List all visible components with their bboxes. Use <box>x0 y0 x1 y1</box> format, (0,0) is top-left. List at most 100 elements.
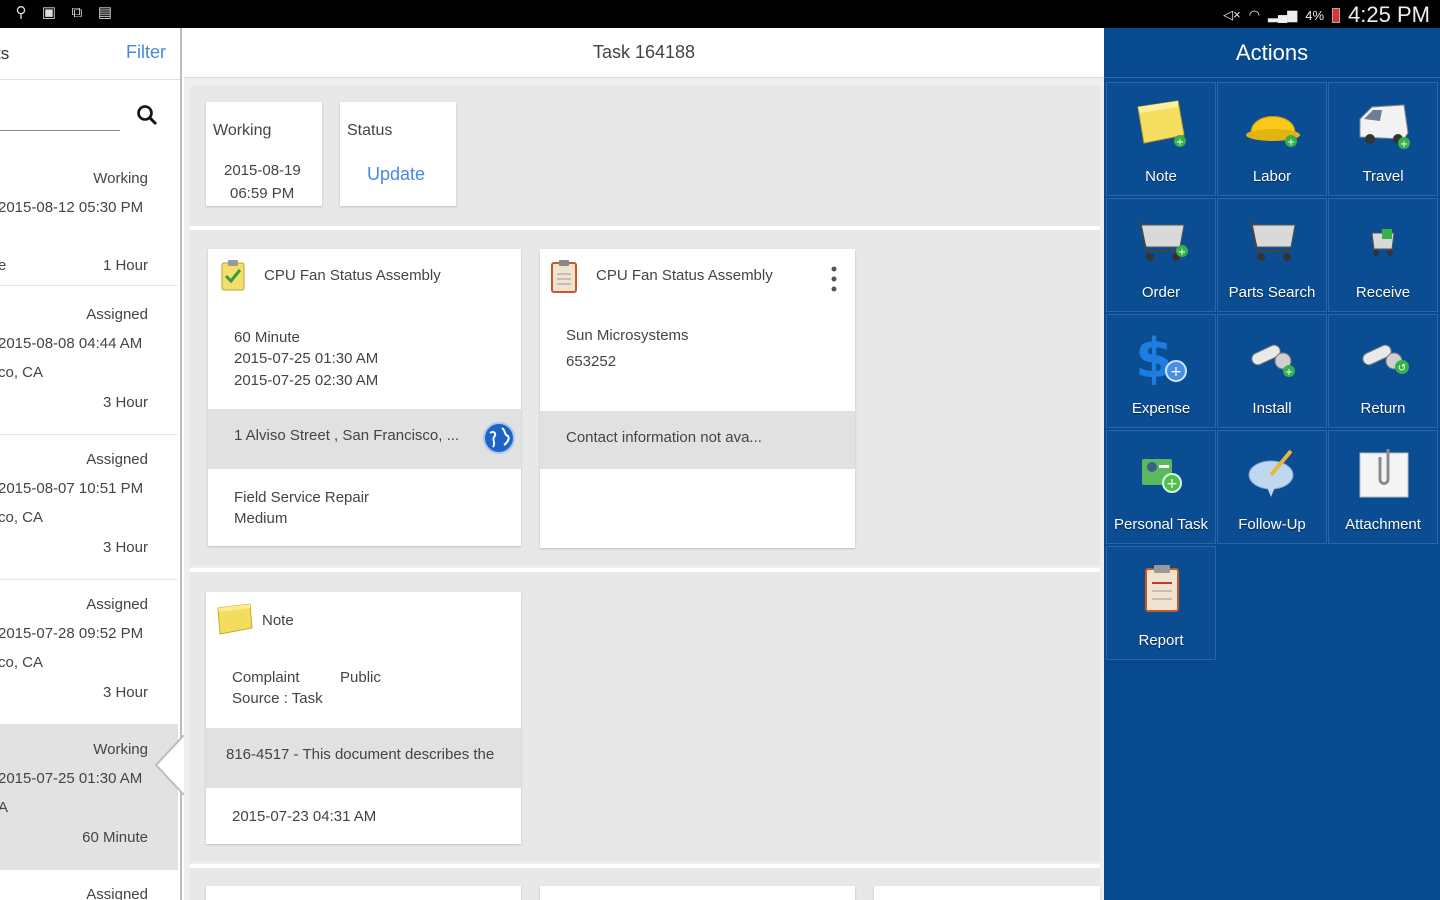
partial-card[interactable] <box>874 886 1100 900</box>
assembly-title-2: CPU Fan Status Assembly <box>596 267 773 284</box>
item-date: 2015-08-08 04:44 AM <box>0 335 143 352</box>
screen-icon: ⧉ <box>71 4 83 21</box>
assembly-card[interactable]: CPU Fan Status Assembly 60 Minute 2015-0… <box>208 249 521 546</box>
list-item[interactable]: Assigned 2015-08-08 04:44 AM co, CA 3 Ho… <box>0 290 178 435</box>
order-action-button[interactable]: + Order <box>1106 198 1216 312</box>
dollar-icon: $ + <box>1135 327 1187 387</box>
report-action-button[interactable]: Report <box>1106 546 1216 660</box>
assembly-duration: 60 Minute <box>234 329 300 346</box>
working-label: Working <box>213 122 272 139</box>
parts-search-action-button[interactable]: Parts Search <box>1217 198 1327 312</box>
mute-icon: ◁× <box>1223 7 1241 22</box>
assembly-address: 1 Alviso Street , San Francisco, ... <box>234 427 460 444</box>
item-duration: 60 Minute <box>82 829 148 846</box>
item-date: 2015-08-12 05:30 PM <box>0 199 144 216</box>
wifi-icon: ◠ <box>1248 7 1261 22</box>
item-location: A <box>0 799 8 816</box>
address-row[interactable]: 1 Alviso Street , San Francisco, ... <box>208 409 521 469</box>
globe-icon[interactable] <box>482 421 516 455</box>
item-duration: 3 Hour <box>102 539 148 556</box>
svg-text:+: + <box>1178 247 1186 258</box>
list-item[interactable]: Assigned 2015-07-28 09:52 PM co, CA 3 Ho… <box>0 580 178 725</box>
cart-search-icon <box>1250 220 1296 261</box>
item-status: Working <box>93 741 148 758</box>
svg-text:+: + <box>1287 137 1295 148</box>
attachment-action-button[interactable]: Attachment <box>1328 430 1438 544</box>
svg-text:+: + <box>1176 137 1184 148</box>
item-status: Working <box>93 170 148 187</box>
list-item[interactable]: Assigned 2015-08-07 10:51 PM co, CA 3 Ho… <box>0 435 178 580</box>
signal-icon: ▂▄▆ <box>1268 7 1298 22</box>
list-item[interactable]: Assigned <box>0 870 178 900</box>
clipboard-check-icon <box>221 260 245 291</box>
company-number: 653252 <box>566 353 617 370</box>
list-item[interactable]: Working 2015-08-12 05:30 PM e 1 Hour <box>0 156 178 286</box>
labor-action-button[interactable]: + Labor <box>1217 82 1327 196</box>
list-item-selected[interactable]: Working 2015-07-25 01:30 AM A 60 Minute <box>0 725 178 870</box>
travel-action-button[interactable]: + Travel <box>1328 82 1438 196</box>
receive-icon <box>1371 229 1395 256</box>
assembly-type: Field Service Repair <box>234 489 370 506</box>
van-icon: + <box>1359 104 1410 150</box>
install-action-button[interactable]: + Install <box>1217 314 1327 428</box>
more-options-icon[interactable] <box>830 265 838 293</box>
update-status-button[interactable]: Update <box>367 164 425 185</box>
assembly-start: 2015-07-25 01:30 AM <box>234 350 379 367</box>
item-location: co, CA <box>0 364 44 381</box>
app-root: ⚲ ▣ ⧉ ▤ ◁× ◠ ▂▄▆ 4% 4:25 PM ts Filter <box>0 0 1440 900</box>
search-input[interactable] <box>0 130 120 131</box>
item-status: Assigned <box>86 886 148 900</box>
working-card: Working 2015-08-19 06:59 PM <box>206 102 322 206</box>
usb-icon: ⚲ <box>15 4 27 21</box>
note-description-row: 816-4517 - This document describes the <box>206 728 521 788</box>
svg-text:+: + <box>1166 476 1178 492</box>
note-date: 2015-07-23 04:31 AM <box>232 808 377 825</box>
hardhat-icon: + <box>1246 116 1300 148</box>
note-icon <box>217 603 253 635</box>
status-bar: ⚲ ▣ ⧉ ▤ ◁× ◠ ▂▄▆ 4% 4:25 PM <box>0 0 1440 28</box>
task-list-title: ts <box>0 44 10 63</box>
item-status: Assigned <box>86 306 148 323</box>
note-type: Complaint <box>232 669 300 686</box>
svg-text:+: + <box>1285 367 1293 378</box>
contact-row[interactable]: Contact information not ava... <box>540 411 855 469</box>
follow-up-action-button[interactable]: Follow-Up <box>1217 430 1327 544</box>
search-row <box>0 80 180 156</box>
report-clipboard-icon <box>551 260 577 293</box>
search-icon[interactable] <box>136 104 158 126</box>
note-card[interactable]: Note Complaint Public Source : Task 816-… <box>206 592 521 844</box>
note-title: Note <box>262 612 294 629</box>
return-icon: ↺ <box>1362 344 1409 374</box>
filter-button[interactable]: Filter <box>126 42 166 63</box>
image-icon: ▣ <box>41 4 57 21</box>
partial-card[interactable] <box>540 886 855 900</box>
assembly-card-2[interactable]: CPU Fan Status Assembly Sun Microsystems… <box>540 249 855 548</box>
item-location: co, CA <box>0 509 44 526</box>
note-action-button[interactable]: + Note <box>1106 82 1216 196</box>
note-source: Source : Task <box>232 690 323 707</box>
clock: 4:25 PM <box>1348 2 1430 27</box>
document-icon: ▤ <box>97 4 113 21</box>
status-card[interactable]: Status Update <box>340 102 456 206</box>
return-action-button[interactable]: ↺ Return <box>1328 314 1438 428</box>
install-icon: + <box>1251 344 1295 378</box>
attachment-icon <box>1359 449 1409 498</box>
item-date: 2015-07-28 09:52 PM <box>0 625 144 642</box>
item-duration: 3 Hour <box>102 684 148 701</box>
note-description: 816-4517 - This document describes the <box>226 746 495 763</box>
battery-percent: 4% <box>1305 7 1325 23</box>
status-band <box>190 86 1100 226</box>
partial-card[interactable] <box>206 886 521 900</box>
report-icon <box>1145 565 1179 612</box>
note-icon: + <box>1137 100 1186 148</box>
battery-icon <box>1332 7 1341 23</box>
svg-text:$: $ <box>1135 327 1173 387</box>
assembly-end: 2015-07-25 02:30 AM <box>234 372 379 389</box>
item-date: 2015-08-07 10:51 PM <box>0 480 144 497</box>
item-status: Assigned <box>86 451 148 468</box>
item-status: Assigned <box>86 596 148 613</box>
actions-panel: Actions + Note + Labor + Travel + Order … <box>1104 28 1440 900</box>
expense-action-button[interactable]: $ + Expense <box>1106 314 1216 428</box>
personal-task-action-button[interactable]: + Personal Task <box>1106 430 1216 544</box>
receive-action-button[interactable]: Receive <box>1328 198 1438 312</box>
